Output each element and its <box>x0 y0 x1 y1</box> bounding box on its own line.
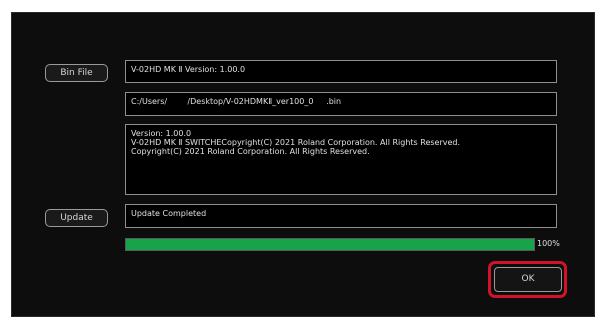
progress-bar-fill <box>126 239 534 250</box>
version-info-textarea: Version: 1.00.0 V-02HD MK Ⅱ SWITCHECopyr… <box>125 124 557 195</box>
bin-file-button[interactable]: Bin File <box>45 64 108 82</box>
update-button[interactable]: Update <box>45 209 108 227</box>
progress-percent-label: 100% <box>537 239 560 248</box>
updater-window: Bin File V-02HD MK Ⅱ Version: 1.00.0 C:/… <box>11 12 595 317</box>
status-field: Update Completed <box>125 204 557 228</box>
version-field: V-02HD MK Ⅱ Version: 1.00.0 <box>125 60 557 83</box>
ok-button[interactable]: OK <box>494 267 562 292</box>
bin-path-field: C:/Users/ /Desktop/V-02HDMKⅡ_ver100_0 .b… <box>125 92 557 116</box>
progress-bar <box>125 238 535 251</box>
